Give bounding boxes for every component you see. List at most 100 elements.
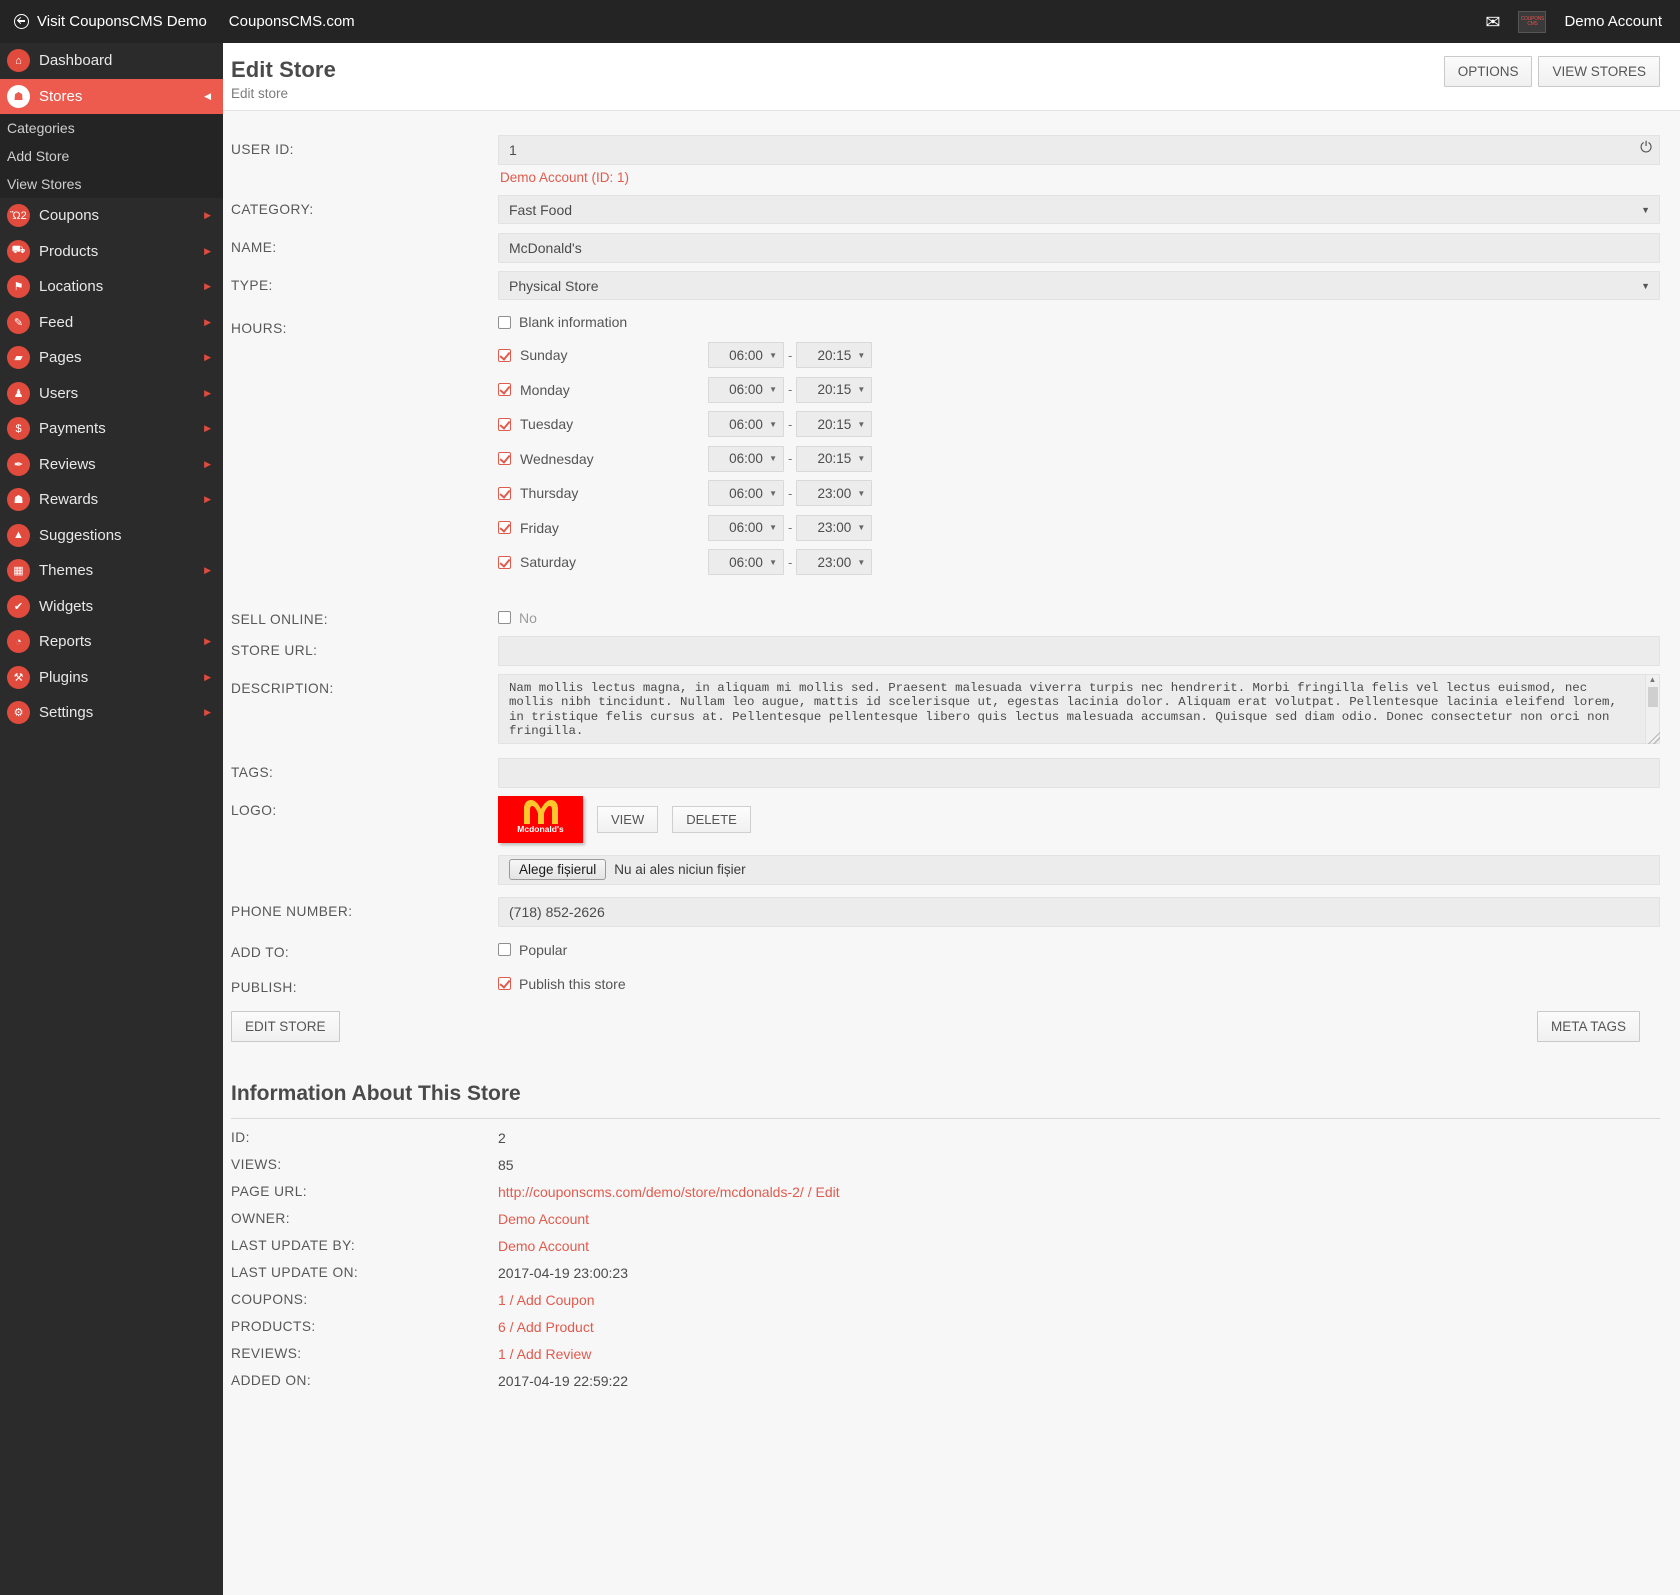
scroll-up-icon[interactable]: ▲ (1646, 675, 1659, 685)
user-id-helper-link[interactable]: Demo Account (ID: 1) (500, 170, 1660, 185)
avatar[interactable]: COUPONS CMS (1518, 10, 1547, 33)
open-time-select-wednesday[interactable]: 06:00 ▼ (708, 445, 784, 472)
info-value-link[interactable]: 6 / Add Product (498, 1319, 594, 1335)
info-value-link[interactable]: Demo Account (498, 1238, 589, 1254)
sidebar-item-reports[interactable]: ◔ Reports ▶ (0, 624, 223, 660)
chevron-down-icon: ▼ (769, 557, 777, 567)
hours-row-sunday: Sunday 06:00 ▼ - 20:15 ▼ (498, 342, 1660, 368)
chevron-down-icon: ▼ (857, 523, 866, 532)
info-row: ADDED ON: 2017-04-19 22:59:22 (231, 1362, 1660, 1389)
pencil-icon: ✎ (7, 310, 30, 334)
sidebar-item-widgets[interactable]: ✔ Widgets (0, 589, 223, 625)
open-time-select-thursday[interactable]: 06:00 ▼ (708, 480, 784, 506)
site-link[interactable]: CouponsCMS.com (229, 13, 355, 30)
open-time-select-sunday[interactable]: 06:00 ▼ (708, 342, 784, 368)
options-button[interactable]: OPTIONS (1443, 56, 1533, 87)
user-id-input[interactable]: 1 (498, 135, 1660, 165)
close-time-select-wednesday[interactable]: 20:15 ▼ (796, 445, 873, 472)
day-label: Wednesday (520, 450, 594, 467)
open-time-value: 06:00 (729, 382, 763, 397)
category-select[interactable]: Fast Food ▼ (498, 195, 1660, 224)
open-time-select-tuesday[interactable]: 06:00 ▼ (708, 411, 784, 437)
open-time-select-monday[interactable]: 06:00 ▼ (708, 376, 784, 403)
info-value-link[interactable]: 1 / Add Coupon (498, 1292, 595, 1308)
sidebar-item-label: Settings (39, 704, 94, 722)
description-textarea[interactable]: Nam mollis lectus magna, in aliquam mi m… (498, 673, 1660, 744)
sidebar-item-settings[interactable]: ⚙ Settings ▶ (0, 695, 223, 731)
info-value-link[interactable]: http://couponscms.com/demo/store/mcdonal… (498, 1184, 840, 1200)
logo-delete-button[interactable]: DELETE (672, 805, 751, 833)
sidebar-item-feed[interactable]: ✎ Feed ▶ (0, 305, 223, 341)
close-time-select-sunday[interactable]: 20:15 ▼ (796, 342, 873, 368)
sell-online-checkbox[interactable] (498, 611, 511, 624)
day-checkbox-friday[interactable] (498, 521, 511, 534)
view-stores-button[interactable]: VIEW STORES (1538, 56, 1660, 87)
close-time-value: 20:15 (817, 347, 852, 363)
sidebar-item-suggestions[interactable]: ▲ Suggestions (0, 518, 223, 554)
grid-icon: ▦ (7, 559, 30, 583)
sidebar-item-reviews[interactable]: ✒ Reviews ▶ (0, 447, 223, 483)
submenu-item-view-stores[interactable]: View Stores (0, 170, 223, 198)
close-time-select-thursday[interactable]: 23:00 ▼ (796, 480, 873, 506)
field-phone-number: PHONE NUMBER: (718) 852-2626 (231, 896, 1660, 927)
textarea-resize-handle[interactable] (1648, 731, 1660, 744)
sidebar-item-rewards[interactable]: ☗ Rewards ▶ (0, 482, 223, 518)
popular-checkbox[interactable] (498, 943, 511, 956)
day-checkbox-tuesday[interactable] (498, 417, 511, 431)
type-select[interactable]: Physical Store ▼ (498, 271, 1660, 300)
chevron-down-icon: ▼ (769, 454, 777, 463)
time-range-separator: - (788, 416, 793, 432)
open-time-select-friday[interactable]: 06:00 ▼ (708, 514, 784, 541)
sidebar-item-dashboard[interactable]: ⌂ Dashboard (0, 43, 223, 79)
account-menu[interactable]: Demo Account (1564, 13, 1662, 30)
sidebar-item-payments[interactable]: $ Payments ▶ (0, 411, 223, 447)
check-icon: ✔ (7, 594, 30, 618)
tags-input[interactable] (498, 757, 1660, 788)
info-value: 2017-04-19 23:00:23 (498, 1264, 628, 1281)
info-label: VIEWS: (231, 1156, 282, 1172)
sidebar-item-plugins[interactable]: ⚒ Plugins ▶ (0, 660, 223, 696)
users-icon: ♟ (7, 381, 30, 405)
sidebar-item-users[interactable]: ♟ Users ▶ (0, 376, 223, 412)
day-checkbox-thursday[interactable] (498, 486, 511, 500)
meta-tags-button[interactable]: META TAGS (1536, 1010, 1640, 1042)
logo-view-button[interactable]: VIEW (597, 805, 659, 833)
day-checkbox-monday[interactable] (498, 383, 511, 396)
visit-demo-link[interactable]: Visit CouponsCMS Demo (14, 13, 207, 30)
close-time-select-monday[interactable]: 20:15 ▼ (796, 376, 873, 403)
envelope-icon[interactable]: ✉ (1485, 13, 1500, 31)
power-icon[interactable]: ⏻ (1640, 139, 1652, 156)
day-checkbox-saturday[interactable] (498, 555, 511, 569)
submenu-item-add-store[interactable]: Add Store (0, 142, 223, 170)
scrollbar-thumb[interactable] (1648, 686, 1658, 707)
sidebar-item-products[interactable]: ⛟ Products ▶ (0, 234, 223, 270)
sidebar-item-locations[interactable]: ⚑ Locations ▶ (0, 269, 223, 305)
publish-checkbox[interactable] (498, 977, 511, 990)
close-time-value: 20:15 (817, 382, 852, 397)
close-time-select-saturday[interactable]: 23:00 ▼ (796, 549, 873, 575)
close-time-select-friday[interactable]: 23:00 ▼ (796, 514, 873, 541)
close-time-value: 23:00 (817, 485, 852, 501)
blank-information-checkbox[interactable] (498, 315, 511, 329)
choose-file-button[interactable]: Alege fișierul (509, 859, 607, 880)
name-input[interactable]: McDonald's (498, 233, 1660, 263)
info-value-link[interactable]: Demo Account (498, 1211, 589, 1227)
day-checkbox-sunday[interactable] (498, 348, 511, 362)
dollar-icon: $ (7, 417, 30, 441)
store-icon: ☗ (7, 84, 30, 108)
sidebar-item-coupons[interactable]: Ὥ2 Coupons ▶ (0, 198, 223, 234)
open-time-select-saturday[interactable]: 06:00 ▼ (708, 549, 784, 575)
submenu-item-categories[interactable]: Categories (0, 114, 223, 142)
day-checkbox-wednesday[interactable] (498, 452, 511, 465)
sidebar-item-stores[interactable]: ☗ Stores ◀ (0, 78, 223, 114)
logo-file-input-row[interactable]: Alege fișierul Nu ai ales niciun fișier (498, 854, 1660, 885)
close-time-select-tuesday[interactable]: 20:15 ▼ (796, 411, 873, 437)
hours-row-monday: Monday 06:00 ▼ - 20:15 ▼ (498, 376, 1660, 403)
info-value-link[interactable]: 1 / Add Review (498, 1346, 591, 1362)
sidebar-item-pages[interactable]: ▰ Pages ▶ (0, 340, 223, 376)
edit-store-submit-button[interactable]: EDIT STORE (231, 1010, 340, 1042)
sidebar-item-themes[interactable]: ▦ Themes ▶ (0, 553, 223, 589)
phone-input[interactable]: (718) 852-2626 (498, 896, 1660, 927)
store-url-input[interactable] (498, 635, 1660, 666)
time-range-separator: - (788, 382, 793, 397)
